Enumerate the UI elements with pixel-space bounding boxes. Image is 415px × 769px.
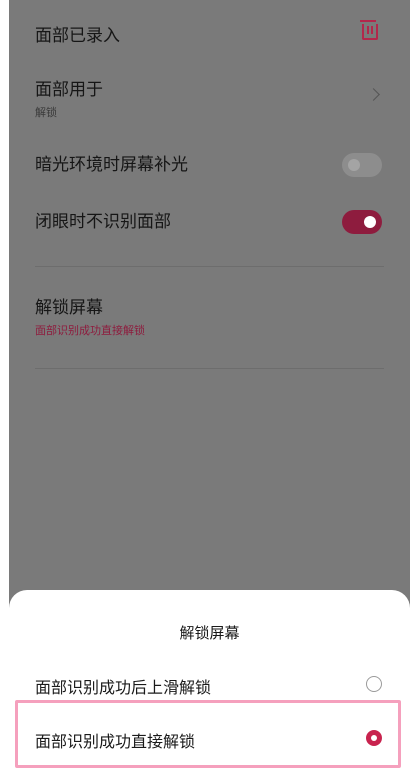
unlock-screen-sheet: 解锁屏幕 面部识别成功后上滑解锁 面部识别成功直接解锁 — [9, 590, 410, 769]
settings-screen: 面部已录入 面部用于 解锁 暗光环境时屏幕补光 闭眼时不识别面部 解锁屏幕 面部… — [9, 0, 410, 769]
sheet-title: 解锁屏幕 — [179, 624, 240, 642]
face-used-for-title: 面部用于 — [35, 80, 103, 100]
option-swipe-after-face[interactable]: 面部识别成功后上滑解锁 — [9, 658, 410, 710]
radio-button-selected[interactable] — [366, 730, 382, 746]
option-unlock-directly[interactable]: 面部识别成功直接解锁 — [9, 712, 410, 764]
eyes-closed-row: 闭眼时不识别面部 — [35, 210, 382, 234]
face-used-for-row[interactable]: 面部用于 解锁 — [35, 80, 382, 120]
unlock-screen-title: 解锁屏幕 — [35, 298, 103, 318]
option-label: 面部识别成功后上滑解锁 — [35, 678, 212, 697]
option-label: 面部识别成功直接解锁 — [35, 732, 196, 751]
toggle-knob — [364, 216, 376, 228]
radio-button[interactable] — [366, 676, 382, 692]
section-divider — [35, 368, 384, 369]
section-divider — [35, 266, 384, 267]
dim-light-fill-row: 暗光环境时屏幕补光 — [35, 153, 382, 177]
trash-icon[interactable] — [360, 20, 378, 40]
eyes-closed-toggle[interactable] — [342, 210, 382, 234]
unlock-screen-value: 面部识别成功直接解锁 — [35, 324, 145, 337]
face-enrolled-title: 面部已录入 — [35, 26, 120, 46]
face-used-for-value: 解锁 — [35, 106, 57, 119]
unlock-screen-row[interactable]: 解锁屏幕 面部识别成功直接解锁 — [35, 298, 382, 338]
toggle-knob — [348, 159, 360, 171]
eyes-closed-title: 闭眼时不识别面部 — [35, 212, 171, 232]
dim-light-fill-toggle[interactable] — [342, 153, 382, 177]
dim-light-fill-title: 暗光环境时屏幕补光 — [35, 155, 188, 175]
face-enrolled-row[interactable]: 面部已录入 — [35, 20, 382, 46]
